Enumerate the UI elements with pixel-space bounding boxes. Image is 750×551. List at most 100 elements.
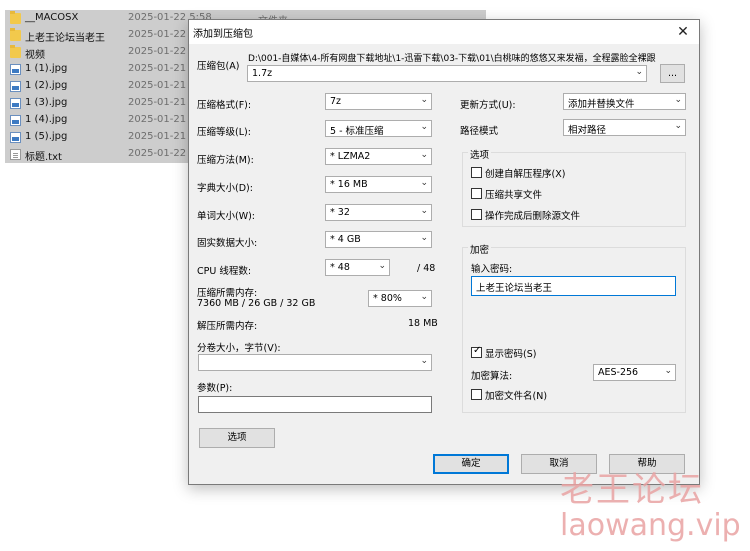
- encrypt-names-checkbox[interactable]: [471, 389, 482, 400]
- update-label: 更新方式(U):: [460, 100, 516, 111]
- cpu-total: / 48: [417, 263, 436, 274]
- shared-label: 压缩共享文件: [485, 190, 543, 201]
- memory-detail: 7360 MB / 26 GB / 32 GB: [197, 298, 316, 309]
- file-name: 上老王论坛当老王: [25, 33, 105, 44]
- format-label: 压缩格式(F):: [197, 100, 252, 111]
- add-to-archive-dialog: 添加到压缩包 ✕ 压缩包(A) D:\001-自媒体\4-所有网盘下载地址\1-…: [188, 19, 700, 485]
- encryption-method-label: 加密算法:: [471, 371, 513, 382]
- options-group-title: 选项: [468, 147, 492, 161]
- image-file-icon: [10, 132, 21, 143]
- file-date: 2025-01-21 2: [128, 80, 196, 91]
- solid-label: 固实数据大小:: [197, 238, 258, 249]
- file-name: 1 (5).jpg: [25, 131, 68, 142]
- chevron-down-icon: ⌄: [420, 122, 428, 132]
- file-date: 2025-01-21 2: [128, 131, 196, 142]
- chevron-down-icon: ⌄: [635, 67, 643, 77]
- solid-value: * 4 GB: [330, 234, 361, 245]
- chevron-down-icon: ⌄: [420, 233, 428, 243]
- text-file-icon: [10, 149, 21, 160]
- image-file-icon: [10, 115, 21, 126]
- file-name: 视频: [25, 50, 45, 61]
- watermark-logo-text: 老王论坛: [560, 470, 704, 510]
- chevron-down-icon: ⌄: [420, 356, 428, 366]
- dict-label: 字典大小(D):: [197, 183, 253, 194]
- format-select[interactable]: 7z ⌄: [325, 93, 432, 110]
- file-date: 2025-01-21 2: [128, 97, 196, 108]
- chevron-down-icon: ⌄: [420, 292, 428, 302]
- update-select[interactable]: 添加并替换文件 ⌄: [563, 93, 686, 110]
- memory-select[interactable]: * 80% ⌄: [368, 290, 432, 307]
- method-value: * LZMA2: [330, 151, 371, 162]
- chevron-down-icon: ⌄: [664, 366, 672, 376]
- title-bar[interactable]: 添加到压缩包 ✕: [189, 20, 699, 44]
- cpu-select[interactable]: * 48 ⌄: [325, 259, 390, 276]
- encryption-method-value: AES-256: [598, 367, 639, 378]
- ok-button[interactable]: 确定: [433, 454, 509, 474]
- file-date: 2025-01-22 0: [128, 148, 196, 159]
- file-name: 1 (2).jpg: [25, 80, 68, 91]
- dialog-title: 添加到压缩包: [193, 29, 253, 40]
- word-select[interactable]: * 32 ⌄: [325, 204, 432, 221]
- chevron-down-icon: ⌄: [674, 121, 682, 131]
- folder-icon: [10, 11, 21, 24]
- show-password-checkbox[interactable]: [471, 345, 482, 358]
- word-label: 单词大小(W):: [197, 211, 256, 222]
- update-value: 添加并替换文件: [568, 99, 635, 110]
- browse-button[interactable]: ...: [660, 64, 685, 83]
- params-input[interactable]: [198, 396, 432, 413]
- options-button[interactable]: 选项: [199, 428, 275, 448]
- file-name: 1 (1).jpg: [25, 63, 68, 74]
- chevron-down-icon: ⌄: [420, 206, 428, 216]
- file-name: 标题.txt: [25, 152, 62, 163]
- chevron-down-icon: ⌄: [674, 95, 682, 105]
- archive-path: D:\001-自媒体\4-所有网盘下载地址\1-迅雷下载\03-下载\01\白桃…: [248, 54, 656, 64]
- level-label: 压缩等级(L):: [197, 127, 251, 138]
- method-label: 压缩方法(M):: [197, 155, 254, 166]
- sfx-checkbox[interactable]: [471, 167, 482, 178]
- params-label: 参数(P):: [197, 383, 233, 394]
- file-date: 2025-01-21 2: [128, 114, 196, 125]
- file-name: __MACOSX: [25, 12, 79, 23]
- level-select[interactable]: 5 - 标准压缩 ⌄: [325, 120, 432, 137]
- method-select[interactable]: * LZMA2 ⌄: [325, 148, 432, 165]
- password-input[interactable]: 上老王论坛当老王: [471, 276, 676, 296]
- format-value: 7z: [330, 96, 342, 107]
- file-date: 2025-01-22: [128, 46, 187, 57]
- delete-source-label: 操作完成后删除源文件: [485, 211, 581, 222]
- cpu-value: * 48: [330, 262, 350, 273]
- decompress-memory-label: 解压所需内存:: [197, 321, 258, 332]
- file-date: 2025-01-21 2: [128, 63, 196, 74]
- decompress-memory-value: 18 MB: [408, 318, 438, 329]
- volume-select[interactable]: ⌄: [198, 354, 432, 371]
- cpu-label: CPU 线程数:: [197, 266, 252, 277]
- archive-name-value: 1.7z: [252, 68, 273, 79]
- dict-select[interactable]: * 16 MB ⌄: [325, 176, 432, 193]
- file-name: 1 (4).jpg: [25, 114, 68, 125]
- archive-name-combo[interactable]: 1.7z ⌄: [247, 65, 647, 82]
- level-value: 5 - 标准压缩: [330, 126, 384, 137]
- solid-select[interactable]: * 4 GB ⌄: [325, 231, 432, 248]
- sfx-label: 创建自解压程序(X): [485, 169, 566, 180]
- encryption-group-title: 加密: [468, 242, 492, 256]
- memory-value: * 80%: [373, 293, 402, 304]
- encrypt-names-label: 加密文件名(N): [485, 391, 548, 402]
- chevron-down-icon: ⌄: [420, 95, 428, 105]
- chevron-down-icon: ⌄: [420, 178, 428, 188]
- delete-source-checkbox[interactable]: [471, 209, 482, 220]
- folder-icon: [10, 45, 21, 58]
- file-date: 2025-01-22: [128, 29, 187, 40]
- word-value: * 32: [330, 207, 350, 218]
- chevron-down-icon: ⌄: [420, 150, 428, 160]
- path-mode-value: 相对路径: [568, 125, 607, 136]
- encryption-method-select[interactable]: AES-256 ⌄: [593, 364, 676, 381]
- watermark-url-text: laowang.vip: [560, 508, 741, 543]
- memory-label: 压缩所需内存:: [197, 288, 258, 299]
- folder-icon: [10, 28, 21, 41]
- image-file-icon: [10, 64, 21, 75]
- path-mode-select[interactable]: 相对路径 ⌄: [563, 119, 686, 136]
- password-label: 输入密码:: [471, 264, 513, 275]
- volume-label: 分卷大小，字节(V):: [197, 343, 281, 354]
- image-file-icon: [10, 98, 21, 109]
- close-icon[interactable]: ✕: [673, 22, 693, 42]
- shared-checkbox[interactable]: [471, 188, 482, 199]
